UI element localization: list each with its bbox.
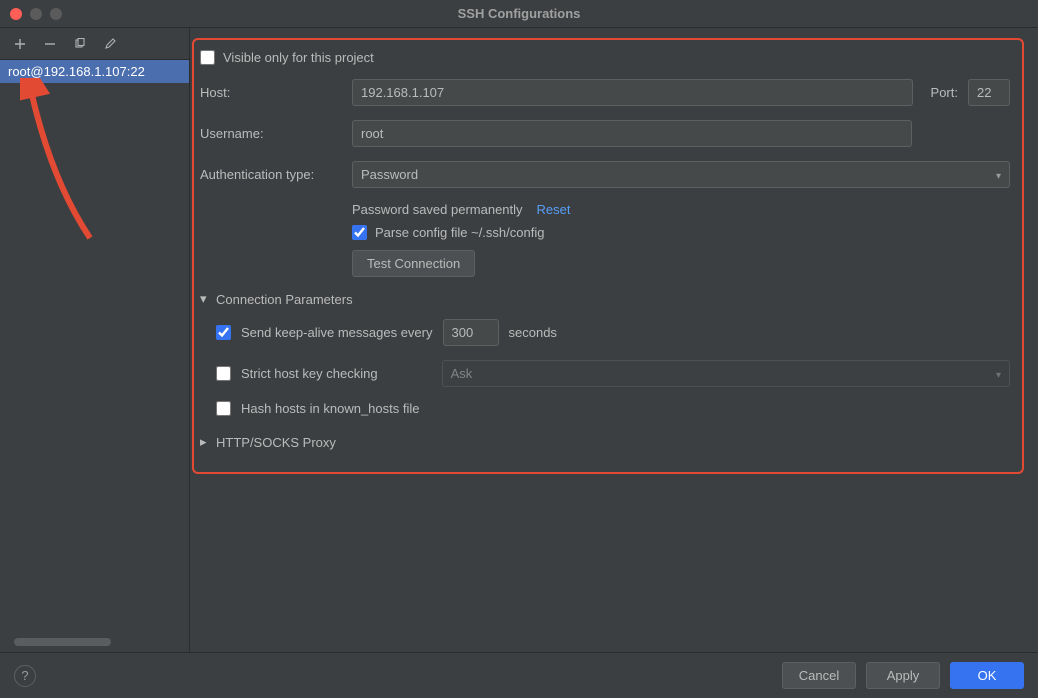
auth-type-row: Authentication type: Password <box>200 161 1010 188</box>
titlebar: SSH Configurations <box>0 0 1038 28</box>
hash-hosts-row: Hash hosts in known_hosts file <box>216 401 1010 416</box>
sidebar: root@192.168.1.107:22 <box>0 28 190 652</box>
maximize-window-icon[interactable] <box>50 8 62 20</box>
host-row: Host: Port: <box>200 79 1010 106</box>
window-controls <box>10 8 62 20</box>
strict-host-checkbox[interactable] <box>216 366 231 381</box>
auth-type-label: Authentication type: <box>200 167 352 182</box>
parse-config-checkbox[interactable] <box>352 225 367 240</box>
port-input[interactable] <box>968 79 1010 106</box>
auth-type-value: Password <box>361 167 418 182</box>
keepalive-row: Send keep-alive messages every seconds <box>216 319 1010 346</box>
strict-host-select[interactable]: Ask <box>442 360 1010 387</box>
content: root@192.168.1.107:22 Visible only for t… <box>0 28 1038 652</box>
test-connection-row: Test Connection <box>352 250 1010 277</box>
password-saved-row: Password saved permanently Reset <box>352 202 1010 217</box>
chevron-down-icon <box>996 366 1001 381</box>
remove-icon[interactable] <box>42 36 58 52</box>
visible-only-row: Visible only for this project <box>200 50 1010 65</box>
sidebar-toolbar <box>0 28 189 60</box>
copy-icon[interactable] <box>72 36 88 52</box>
main-panel: Visible only for this project Host: Port… <box>190 28 1038 652</box>
port-label: Port: <box>931 85 958 100</box>
config-list[interactable]: root@192.168.1.107:22 <box>0 60 189 632</box>
hash-hosts-checkbox[interactable] <box>216 401 231 416</box>
connection-params-header[interactable]: ▾ Connection Parameters <box>200 291 1010 307</box>
parse-config-label: Parse config file ~/.ssh/config <box>375 225 544 240</box>
username-input[interactable] <box>352 120 912 147</box>
keepalive-input[interactable] <box>443 319 499 346</box>
list-item[interactable]: root@192.168.1.107:22 <box>0 60 189 83</box>
form-highlight: Visible only for this project Host: Port… <box>192 38 1024 474</box>
keepalive-suffix: seconds <box>509 325 557 340</box>
reset-link[interactable]: Reset <box>537 202 571 217</box>
host-input[interactable] <box>352 79 913 106</box>
chevron-down-icon <box>996 167 1001 182</box>
parse-config-row: Parse config file ~/.ssh/config <box>352 225 1010 240</box>
username-row: Username: <box>200 120 1010 147</box>
strict-host-value: Ask <box>451 366 473 381</box>
hash-hosts-label: Hash hosts in known_hosts file <box>241 401 419 416</box>
connection-params-title: Connection Parameters <box>216 292 353 307</box>
password-saved-text: Password saved permanently <box>352 202 523 217</box>
close-window-icon[interactable] <box>10 8 22 20</box>
visible-only-label: Visible only for this project <box>223 50 374 65</box>
strict-host-label: Strict host key checking <box>241 366 378 381</box>
chevron-down-icon: ▾ <box>200 291 210 307</box>
host-label: Host: <box>200 85 352 100</box>
add-icon[interactable] <box>12 36 28 52</box>
window-title: SSH Configurations <box>458 6 581 21</box>
chevron-right-icon: ▸ <box>200 434 210 450</box>
edit-icon[interactable] <box>102 36 118 52</box>
keepalive-checkbox[interactable] <box>216 325 231 340</box>
auth-type-select[interactable]: Password <box>352 161 1010 188</box>
help-icon[interactable]: ? <box>14 665 36 687</box>
strict-host-row: Strict host key checking Ask <box>216 360 1010 387</box>
footer: ? Cancel Apply OK <box>0 652 1038 698</box>
minimize-window-icon[interactable] <box>30 8 42 20</box>
sidebar-scrollbar[interactable] <box>14 638 175 646</box>
proxy-header[interactable]: ▸ HTTP/SOCKS Proxy <box>200 434 1010 450</box>
proxy-title: HTTP/SOCKS Proxy <box>216 435 336 450</box>
sidebar-scrollbar-thumb[interactable] <box>14 638 111 646</box>
username-label: Username: <box>200 126 352 141</box>
ok-button[interactable]: OK <box>950 662 1024 689</box>
visible-only-checkbox[interactable] <box>200 50 215 65</box>
apply-button[interactable]: Apply <box>866 662 940 689</box>
keepalive-prefix: Send keep-alive messages every <box>241 325 433 340</box>
test-connection-button[interactable]: Test Connection <box>352 250 475 277</box>
cancel-button[interactable]: Cancel <box>782 662 856 689</box>
